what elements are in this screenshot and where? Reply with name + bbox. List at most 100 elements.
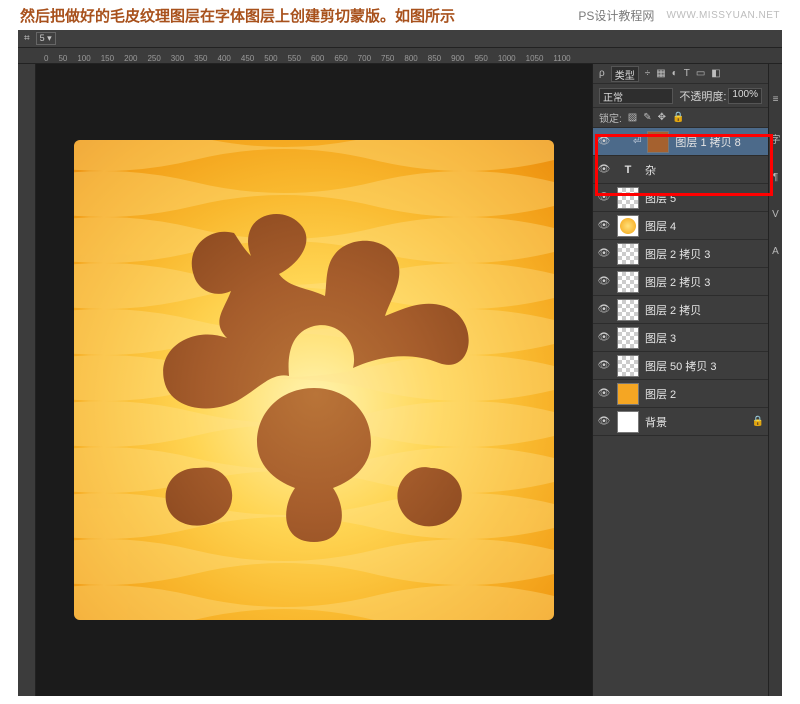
ruler-tick: 650 (334, 54, 347, 63)
layer-name[interactable]: 图层 1 拷贝 8 (675, 134, 764, 150)
layer-thumbnail[interactable] (617, 299, 639, 321)
layer-name[interactable]: 图层 2 拷贝 (645, 302, 764, 318)
layer-row[interactable]: 👁 图层 2 拷贝 (593, 296, 768, 324)
ruler-tick: 700 (358, 54, 371, 63)
visibility-eye-icon[interactable]: 👁 (597, 303, 611, 317)
filter-adjust-icon[interactable]: ◐ (672, 68, 678, 79)
lock-pos-icon[interactable]: ✥ (658, 112, 666, 123)
layer-row[interactable]: 👁 图层 2 (593, 380, 768, 408)
ruler-tick: 100 (77, 54, 90, 63)
layer-thumbnail[interactable] (617, 327, 639, 349)
brand-name: PS设计教程网 (578, 7, 654, 24)
layer-name[interactable]: 图层 50 拷贝 3 (645, 358, 764, 374)
ruler-tick: 950 (474, 54, 487, 63)
collapsed-panels-dock: ≡ 字 ¶ V A (768, 64, 782, 696)
layer-name[interactable]: 背景 (645, 414, 746, 430)
filter-icon[interactable]: ρ (599, 68, 605, 79)
filter-smart-icon[interactable]: ◧ (711, 68, 720, 79)
ruler-tick: 750 (381, 54, 394, 63)
lock-trans-icon[interactable]: ▨ (628, 112, 637, 123)
layer-name[interactable]: 图层 2 拷贝 3 (645, 274, 764, 290)
filter-shape-icon[interactable]: ▭ (696, 68, 705, 79)
visibility-eye-icon[interactable]: 👁 (597, 191, 611, 205)
ruler-tick: 400 (218, 54, 231, 63)
layer-thumbnail[interactable] (617, 187, 639, 209)
layer-thumbnail[interactable] (617, 215, 639, 237)
layer-name[interactable]: 图层 5 (645, 190, 764, 206)
ruler-tick: 800 (404, 54, 417, 63)
opacity-value[interactable]: 100% (728, 88, 762, 104)
visibility-eye-icon[interactable]: 👁 (597, 387, 611, 401)
brand-url: WWW.MISSYUAN.NET (666, 10, 780, 21)
layer-row[interactable]: 👁 图层 5 (593, 184, 768, 212)
layer-row[interactable]: 👁 图层 2 拷贝 3 (593, 268, 768, 296)
ruler-tick: 1000 (498, 54, 516, 63)
layer-thumbnail[interactable] (617, 383, 639, 405)
fur-character-shape (139, 198, 489, 548)
layer-row[interactable]: 👁 T杂 (593, 156, 768, 184)
layer-name[interactable]: 杂 (645, 162, 764, 178)
photoshop-window: ⌗ 5 ▾ 0501001502002503003504004505005506… (18, 30, 782, 696)
crop-icon[interactable]: ⌗ (24, 33, 30, 44)
filter-type-icon[interactable]: T (684, 68, 690, 79)
canvas-area[interactable] (36, 64, 592, 696)
layer-name[interactable]: 图层 2 拷贝 3 (645, 246, 764, 262)
layers-panel: ρ 类型 ÷ ▦ ◐ T ▭ ◧ 正常 不透明度: 100% 锁定: ▨ ✎ (592, 64, 768, 696)
lock-label: 锁定: (599, 110, 622, 125)
layers-list[interactable]: 👁⏎图层 1 拷贝 8👁T杂👁图层 5👁图层 4👁图层 2 拷贝 3👁图层 2 … (593, 128, 768, 696)
tool-preset-dropdown[interactable]: 5 ▾ (36, 32, 56, 45)
ruler-tick: 850 (428, 54, 441, 63)
layer-name[interactable]: 图层 2 (645, 386, 764, 402)
type-layer-icon: T (617, 164, 639, 176)
filter-type-select[interactable]: 类型 (611, 66, 639, 82)
ruler-tick: 550 (288, 54, 301, 63)
visibility-eye-icon[interactable]: 👁 (597, 247, 611, 261)
lock-icon: 🔒 (752, 416, 764, 427)
lock-row: 锁定: ▨ ✎ ✥ 🔒 (593, 108, 768, 128)
collapsed-panel-icon[interactable]: 字 (771, 131, 781, 146)
tutorial-caption: 然后把做好的毛皮纹理图层在字体图层上创建剪切蒙版。如图所示 (20, 5, 455, 26)
layers-filter-row: ρ 类型 ÷ ▦ ◐ T ▭ ◧ (593, 64, 768, 84)
lock-pixel-icon[interactable]: ✎ (643, 112, 651, 123)
ruler-tick: 150 (101, 54, 114, 63)
visibility-eye-icon[interactable]: 👁 (597, 359, 611, 373)
ruler-tick: 50 (58, 54, 67, 63)
layer-thumbnail[interactable] (617, 243, 639, 265)
layer-thumbnail[interactable] (617, 411, 639, 433)
layer-row[interactable]: 👁 图层 4 (593, 212, 768, 240)
lock-all-icon[interactable]: 🔒 (672, 112, 684, 123)
ruler-tick: 900 (451, 54, 464, 63)
layer-name[interactable]: 图层 3 (645, 330, 764, 346)
ruler-tick: 450 (241, 54, 254, 63)
layer-row[interactable]: 👁 背景 🔒 (593, 408, 768, 436)
collapsed-panel-icon[interactable]: ≡ (773, 94, 779, 105)
visibility-eye-icon[interactable]: 👁 (597, 219, 611, 233)
layer-row[interactable]: 👁 图层 3 (593, 324, 768, 352)
visibility-eye-icon[interactable]: 👁 (597, 331, 611, 345)
layer-thumbnail[interactable] (617, 271, 639, 293)
layer-row[interactable]: 👁 图层 50 拷贝 3 (593, 352, 768, 380)
filter-pixel-icon[interactable]: ▦ (656, 68, 665, 79)
collapsed-panel-icon[interactable]: V (772, 209, 779, 220)
layer-thumbnail[interactable] (647, 131, 669, 153)
blend-opacity-row: 正常 不透明度: 100% (593, 84, 768, 108)
ruler-tick: 600 (311, 54, 324, 63)
visibility-eye-icon[interactable]: 👁 (597, 415, 611, 429)
collapsed-panel-icon[interactable]: A (772, 246, 779, 257)
visibility-eye-icon[interactable]: 👁 (597, 275, 611, 289)
layer-name[interactable]: 图层 4 (645, 218, 764, 234)
layer-row[interactable]: 👁⏎图层 1 拷贝 8 (593, 128, 768, 156)
ruler-tick: 350 (194, 54, 207, 63)
layer-row[interactable]: 👁 图层 2 拷贝 3 (593, 240, 768, 268)
blend-mode-select[interactable]: 正常 (599, 88, 673, 104)
collapsed-panel-icon[interactable]: ¶ (773, 172, 778, 183)
visibility-eye-icon[interactable]: 👁 (597, 135, 611, 149)
artboard (74, 140, 554, 620)
visibility-eye-icon[interactable]: 👁 (597, 163, 611, 177)
ruler-horizontal: 0501001502002503003504004505005506006507… (18, 48, 782, 64)
filter-divider: ÷ (645, 68, 651, 79)
options-bar: ⌗ 5 ▾ (18, 30, 782, 48)
ruler-tick: 0 (44, 54, 48, 63)
ruler-tick: 500 (264, 54, 277, 63)
layer-thumbnail[interactable] (617, 355, 639, 377)
